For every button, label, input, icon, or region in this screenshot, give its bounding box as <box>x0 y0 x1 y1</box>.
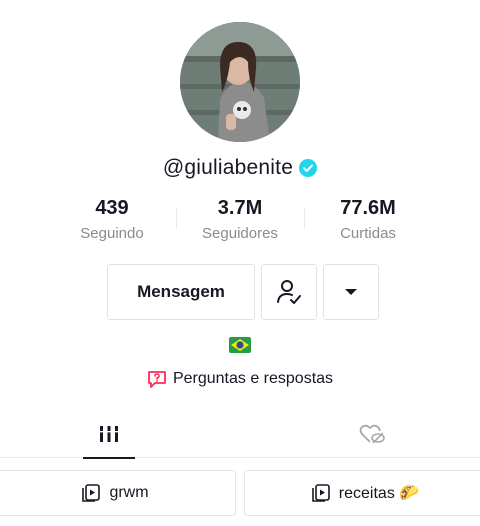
stat-likes-value: 77.6M <box>340 197 396 219</box>
qa-label: Perguntas e respostas <box>172 370 334 387</box>
avatar-photo <box>180 22 300 142</box>
playlists-row: grwm receitas 🌮 <box>0 470 480 516</box>
question-bubble-icon <box>148 371 166 388</box>
content-tabs <box>0 410 480 459</box>
stat-likes-label: Curtidas <box>340 225 396 242</box>
playlist-grwm[interactable]: grwm <box>0 470 236 516</box>
profile-stats: 439 Seguindo 3.7M Seguidores 77.6M Curti… <box>48 195 432 251</box>
playlist-icon <box>82 484 101 502</box>
person-check-icon <box>277 280 301 304</box>
more-options-button[interactable] <box>323 264 379 320</box>
playlist-receitas[interactable]: receitas 🌮 <box>244 470 480 516</box>
playlist-grwm-label: grwm <box>109 484 149 501</box>
message-button[interactable]: Mensagem <box>107 264 255 320</box>
tab-videos[interactable] <box>80 410 138 459</box>
stat-followers[interactable]: 3.7M Seguidores <box>176 195 304 251</box>
liked-hidden-icon <box>359 424 385 444</box>
playlist-receitas-label: receitas 🌮 <box>338 485 420 502</box>
verified-badge-icon <box>299 159 318 177</box>
tab-liked[interactable] <box>344 410 400 458</box>
profile-actions: Mensagem <box>107 264 379 320</box>
stat-following[interactable]: 439 Seguindo <box>48 195 176 251</box>
stat-following-label: Seguindo <box>80 225 144 242</box>
stat-likes[interactable]: 77.6M Curtidas <box>304 195 432 251</box>
following-button[interactable] <box>261 264 317 320</box>
caret-down-icon <box>345 289 357 295</box>
stat-following-value: 439 <box>95 197 129 219</box>
qa-link[interactable]: Perguntas e respostas <box>0 367 480 391</box>
username-row: @giuliabenite <box>0 154 480 182</box>
grid-icon <box>100 426 118 442</box>
playlist-icon <box>311 484 330 502</box>
profile-avatar[interactable] <box>180 22 300 142</box>
brazil-flag-icon <box>229 337 251 353</box>
stat-followers-value: 3.7M <box>217 197 263 219</box>
username-handle: @giuliabenite <box>162 156 294 179</box>
stat-followers-label: Seguidores <box>202 225 278 242</box>
